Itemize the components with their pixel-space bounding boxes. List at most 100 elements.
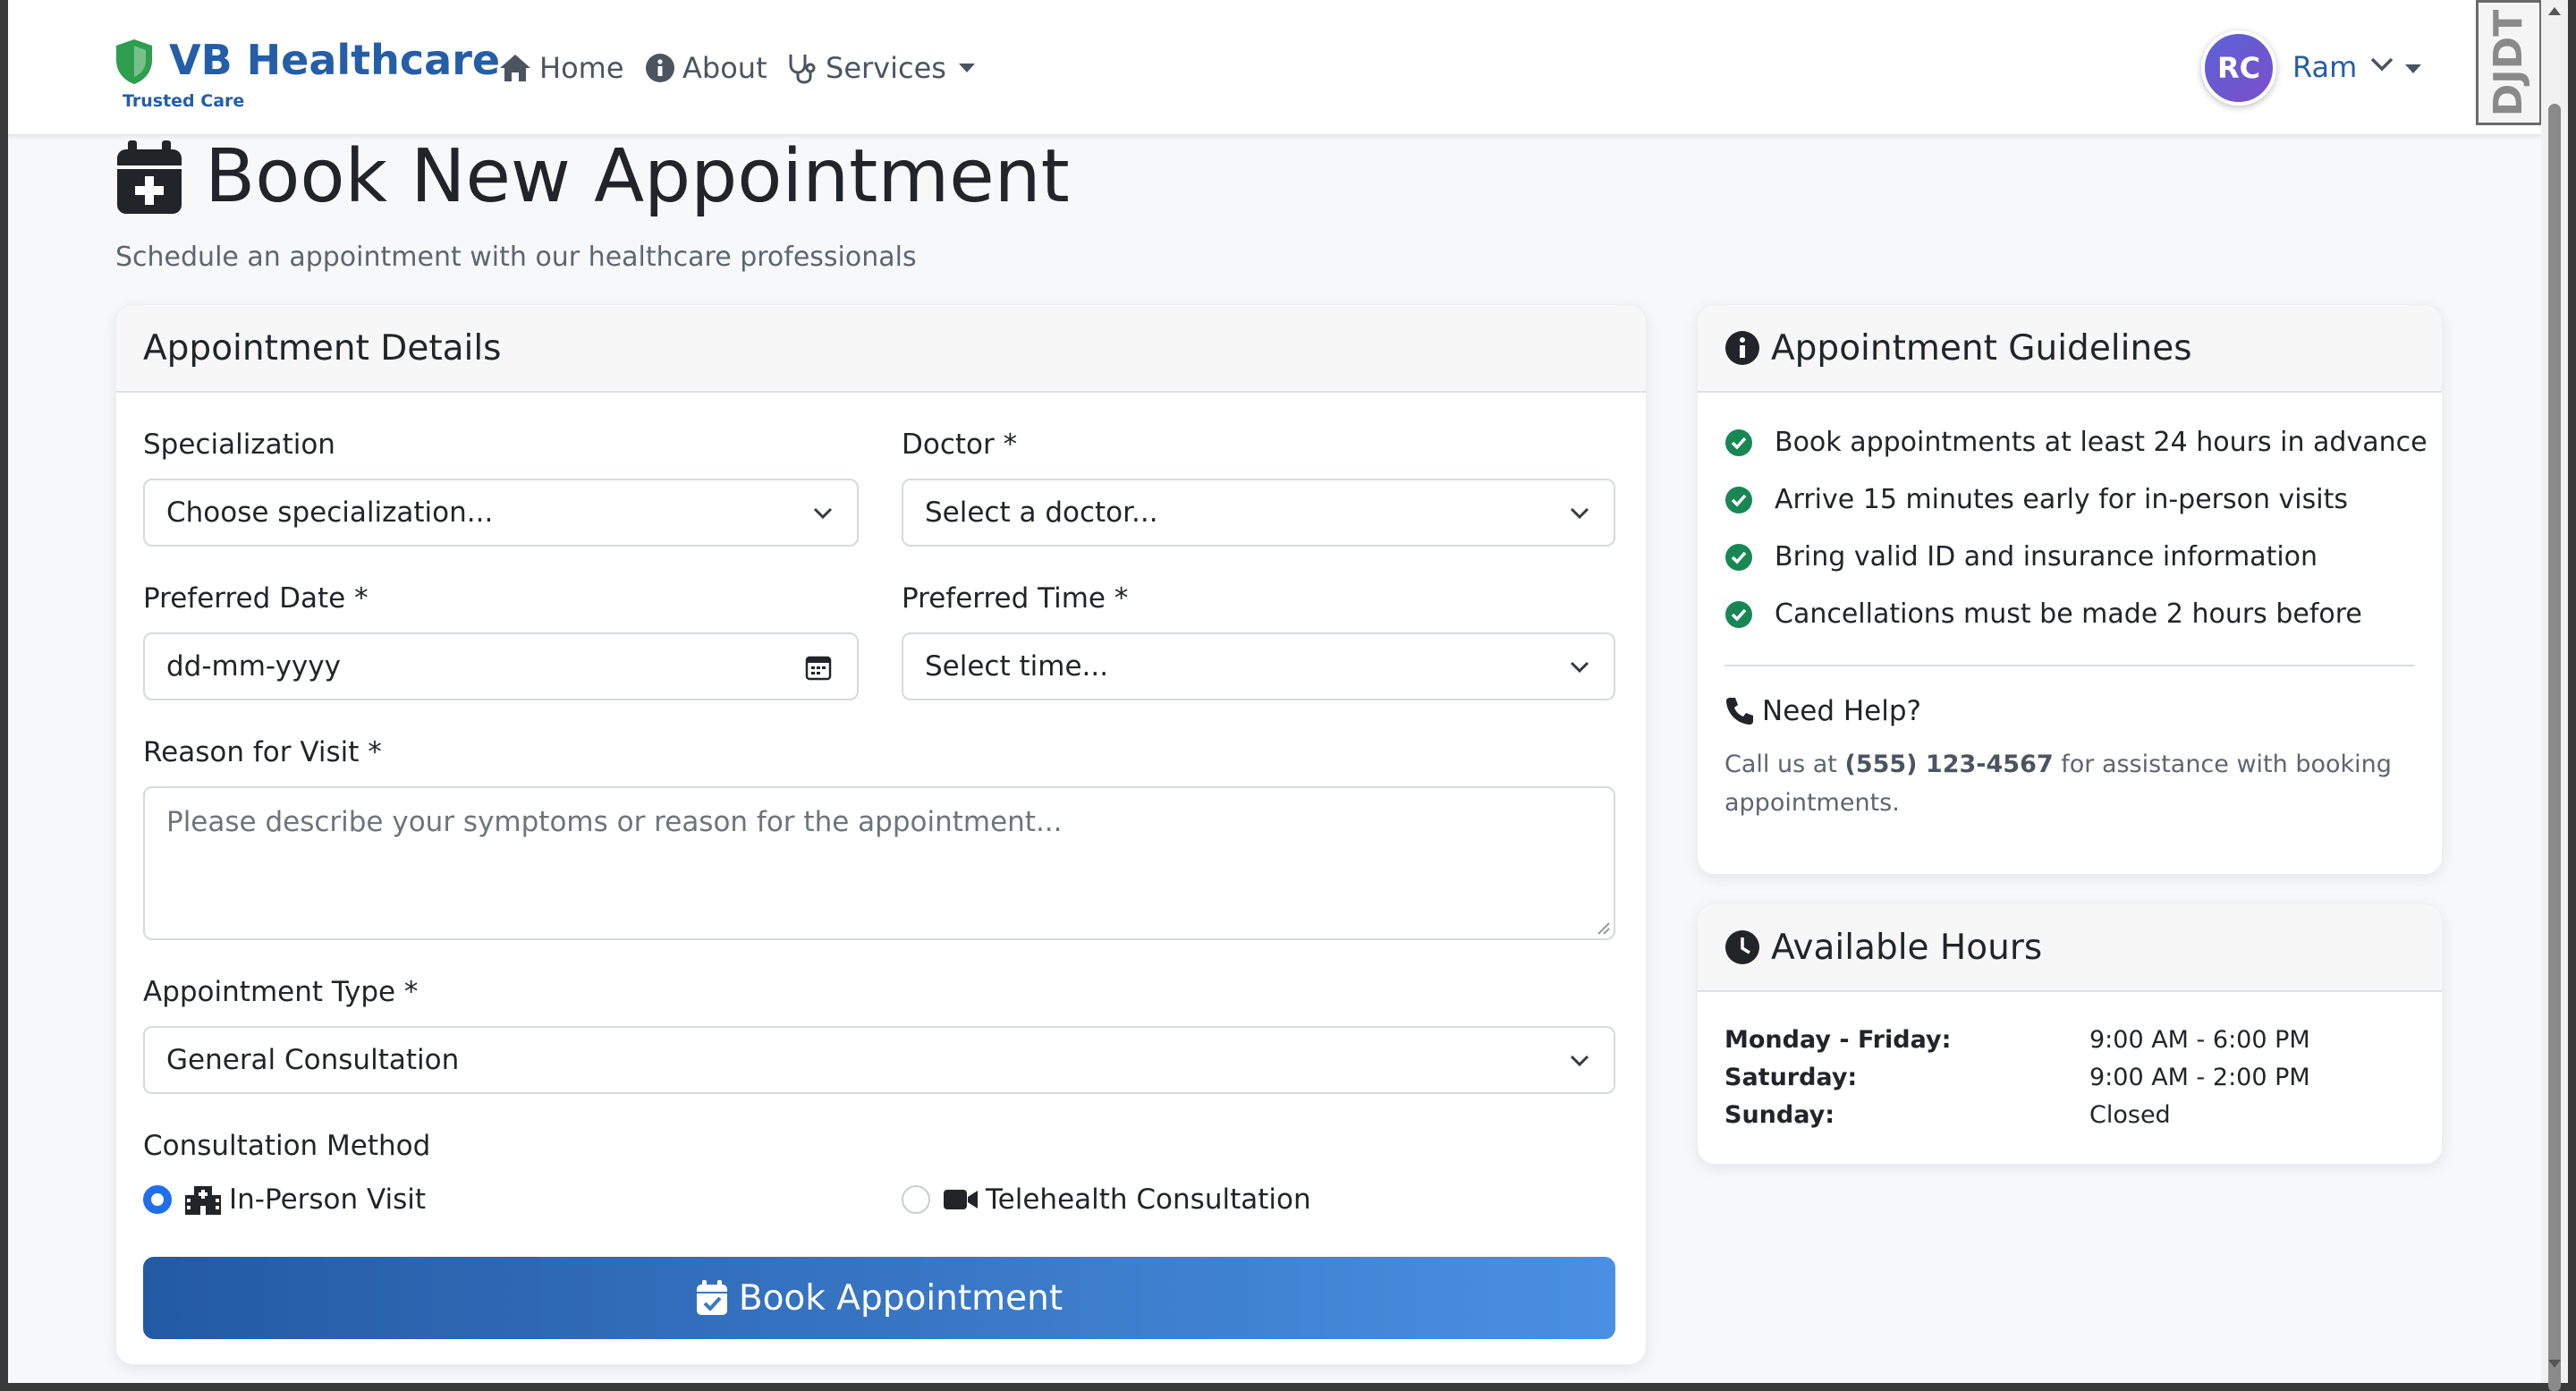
- scroll-down-arrow-icon[interactable]: [2548, 1360, 2561, 1368]
- brand-name: VB Healthcare: [169, 36, 501, 84]
- hours-time: 9:00 AM - 2:00 PM: [2089, 1064, 2310, 1091]
- avatar[interactable]: RC: [2201, 30, 2276, 106]
- brand-tagline: Trusted Care: [123, 91, 245, 111]
- hours-day: Saturday:: [1724, 1064, 1858, 1091]
- chevron-down-icon: [1570, 1055, 1589, 1067]
- consultation-method-label: Consultation Method: [143, 1130, 431, 1162]
- info-icon: [1725, 331, 1759, 365]
- card-header: Available Hours: [1698, 904, 2442, 992]
- top-navbar: VB Healthcare Trusted Care Home About Se: [8, 0, 2541, 136]
- nav-home-link[interactable]: Home: [498, 47, 624, 89]
- date-input[interactable]: dd-mm-yyyy: [143, 632, 859, 700]
- page-subtitle: Schedule an appointment with our healthc…: [115, 242, 917, 273]
- caret-down-icon[interactable]: [2405, 64, 2421, 73]
- card-title: Appointment Details: [143, 327, 502, 369]
- hours-time: 9:00 AM - 6:00 PM: [2089, 1026, 2310, 1054]
- help-phone-number[interactable]: (555) 123-4567: [1844, 751, 2053, 778]
- guideline-text: Arrive 15 minutes early for in-person vi…: [1775, 484, 2349, 515]
- time-label: Preferred Time *: [902, 582, 1129, 615]
- stethoscope-icon: [789, 55, 816, 84]
- card-title: Appointment Guidelines: [1771, 327, 2192, 369]
- guideline-text: Book appointments at least 24 hours in a…: [1775, 427, 2428, 458]
- debug-toolbar-toggle[interactable]: DJDT: [2476, 0, 2542, 125]
- scroll-up-arrow-icon[interactable]: [2548, 7, 2561, 15]
- reason-placeholder: Please describe your symptoms or reason …: [166, 806, 1063, 838]
- clock-icon: [1725, 930, 1759, 964]
- chevron-down-icon[interactable]: [2369, 55, 2394, 73]
- book-appointment-label: Book Appointment: [738, 1277, 1063, 1319]
- specialization-select[interactable]: Choose specialization...: [143, 479, 859, 547]
- time-value: Select time...: [925, 650, 1109, 683]
- help-prefix: Call us at: [1724, 751, 1837, 778]
- date-label: Preferred Date *: [143, 582, 369, 615]
- card-header: Appointment Guidelines: [1698, 305, 2442, 393]
- guideline-item: Cancellations must be made 2 hours befor…: [1724, 598, 2362, 630]
- debug-toolbar-label: DJDT: [2486, 9, 2532, 116]
- chevron-down-icon: [1570, 507, 1589, 520]
- chevron-down-icon: [813, 507, 833, 520]
- time-select[interactable]: Select time...: [902, 632, 1615, 700]
- reason-textarea[interactable]: Please describe your symptoms or reason …: [143, 786, 1615, 940]
- in-person-radio[interactable]: [143, 1185, 172, 1214]
- calendar-check-icon: [696, 1280, 727, 1315]
- browser-viewport: VB Healthcare Trusted Care Home About Se: [8, 0, 2541, 1383]
- nav-home-label: Home: [539, 51, 624, 85]
- vertical-scrollbar[interactable]: [2541, 0, 2568, 1391]
- caret-down-icon: [958, 64, 975, 72]
- telehealth-radio[interactable]: [902, 1185, 930, 1214]
- scrollbar-thumb[interactable]: [2548, 104, 2561, 1391]
- hours-day: Sunday:: [1724, 1101, 1835, 1129]
- page-heading: Book New Appointment: [115, 134, 1070, 219]
- in-person-label: In-Person Visit: [229, 1183, 427, 1216]
- book-appointment-button[interactable]: Book Appointment: [143, 1257, 1615, 1339]
- info-icon: [646, 54, 674, 82]
- appointment-type-select[interactable]: General Consultation: [143, 1026, 1615, 1094]
- help-text: Call us at (555) 123-4567 for assistance…: [1724, 745, 2404, 822]
- need-help-heading: Need Help?: [1724, 695, 1921, 727]
- shield-icon: [116, 39, 152, 84]
- page-title: Book New Appointment: [205, 134, 1070, 219]
- home-icon: [500, 55, 530, 81]
- calendar-icon[interactable]: [805, 654, 832, 681]
- check-circle-icon: [1725, 600, 1752, 628]
- in-person-option[interactable]: In-Person Visit: [143, 1183, 426, 1216]
- calendar-plus-icon: [117, 140, 182, 214]
- video-icon: [944, 1190, 978, 1209]
- appointment-guidelines-card: Appointment Guidelines Book appointments…: [1697, 304, 2443, 875]
- need-help-label: Need Help?: [1762, 695, 1921, 727]
- nav-services-dropdown[interactable]: Services: [786, 47, 975, 89]
- guideline-item: Arrive 15 minutes early for in-person vi…: [1724, 484, 2348, 515]
- appointment-type-value: General Consultation: [166, 1044, 460, 1076]
- specialization-label: Specialization: [143, 428, 335, 461]
- card-title: Available Hours: [1771, 927, 2043, 968]
- telehealth-label: Telehealth Consultation: [986, 1183, 1311, 1216]
- specialization-value: Choose specialization...: [166, 496, 494, 529]
- hours-day: Monday - Friday:: [1724, 1026, 1952, 1054]
- appointment-type-label: Appointment Type *: [143, 976, 419, 1008]
- hospital-icon: [185, 1186, 221, 1215]
- reason-label: Reason for Visit *: [143, 736, 382, 768]
- divider: [1724, 665, 2415, 666]
- nav-about-label: About: [682, 51, 767, 85]
- guideline-item: Bring valid ID and insurance information: [1724, 541, 2318, 573]
- available-hours-card: Available Hours Monday - Friday: 9:00 AM…: [1697, 903, 2443, 1165]
- guideline-item: Book appointments at least 24 hours in a…: [1724, 427, 2428, 458]
- check-circle-icon: [1725, 486, 1752, 513]
- telehealth-option[interactable]: Telehealth Consultation: [902, 1183, 1311, 1216]
- guideline-text: Bring valid ID and insurance information: [1775, 541, 2318, 573]
- card-header: Appointment Details: [116, 305, 1646, 393]
- nav-about-link[interactable]: About: [645, 47, 767, 89]
- doctor-label: Doctor *: [902, 428, 1018, 461]
- doctor-value: Select a doctor...: [925, 496, 1158, 529]
- chevron-down-icon: [1570, 661, 1589, 674]
- user-name[interactable]: Ram: [2292, 50, 2357, 84]
- phone-icon: [1726, 698, 1753, 725]
- doctor-select[interactable]: Select a doctor...: [902, 479, 1615, 547]
- check-circle-icon: [1725, 543, 1752, 571]
- date-value: dd-mm-yyyy: [166, 650, 341, 683]
- resize-handle-icon[interactable]: [1596, 920, 1610, 935]
- nav-services-label: Services: [826, 51, 946, 85]
- check-circle-icon: [1725, 428, 1752, 456]
- appointment-details-card: Appointment Details Specialization Choos…: [115, 304, 1647, 1365]
- guideline-text: Cancellations must be made 2 hours befor…: [1775, 598, 2362, 630]
